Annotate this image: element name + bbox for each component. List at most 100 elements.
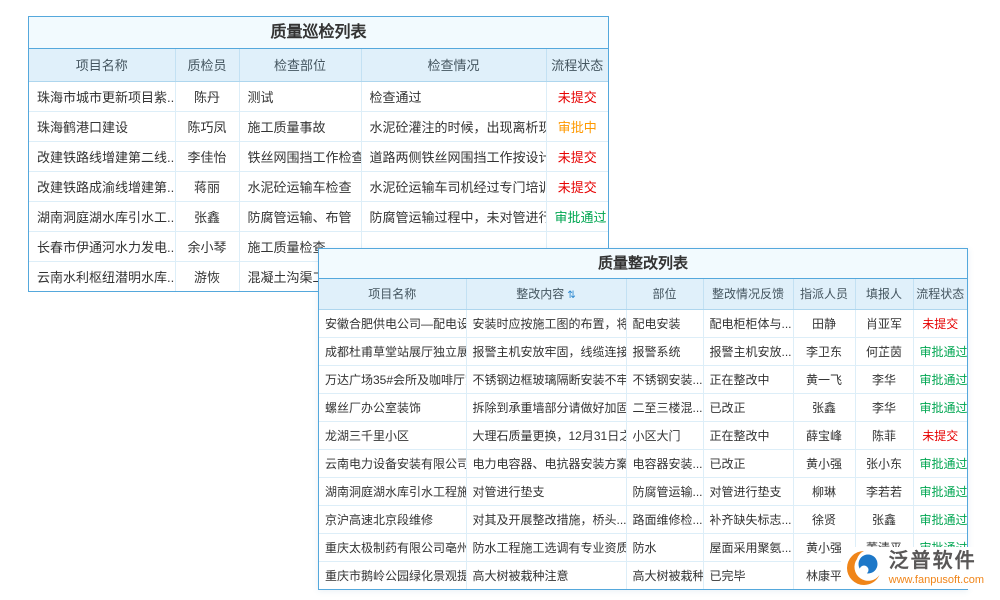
- column-header-4[interactable]: 整改情况反馈: [703, 279, 793, 309]
- column-header-2[interactable]: 质检员: [175, 49, 239, 81]
- column-header-2[interactable]: 整改内容⇅: [466, 279, 626, 309]
- status-cell: 审批通过: [913, 449, 967, 477]
- project-cell[interactable]: 改建铁路成渝线增建第...: [29, 171, 175, 201]
- project-cell[interactable]: 珠海市城市更新项目紫...: [29, 81, 175, 111]
- feedback-cell: 屋面采用聚氨...: [703, 533, 793, 561]
- filler-cell: 李华: [855, 365, 913, 393]
- column-header-3[interactable]: 检查部位: [239, 49, 361, 81]
- status-cell: 审批中: [546, 111, 608, 141]
- table-row: 珠海鹤港口建设陈巧凤施工质量事故水泥砼灌注的时候，出现离析现象审批中: [29, 111, 608, 141]
- part-cell: 防腐管运输、布管: [239, 201, 361, 231]
- part-cell: 施工质量事故: [239, 111, 361, 141]
- brand-name: 泛普软件: [889, 550, 984, 572]
- situation-cell: 检查通过: [361, 81, 546, 111]
- project-cell[interactable]: 安徽合肥供电公司—配电设备...: [319, 309, 466, 337]
- table-row: 改建铁路成渝线增建第...蒋丽水泥砼运输车检查水泥砼运输车司机经过专门培训...…: [29, 171, 608, 201]
- assignee-cell: 李卫东: [793, 337, 855, 365]
- content-cell: 对管进行垫支: [466, 477, 626, 505]
- project-cell[interactable]: 成都杜甫草堂站展厅独立展...: [319, 337, 466, 365]
- column-header-5[interactable]: 流程状态: [546, 49, 608, 81]
- rectification-list-title: 质量整改列表: [319, 249, 967, 279]
- table-row: 改建铁路线增建第二线...李佳怡铁丝网围挡工作检查道路两侧铁丝网围挡工作按设计.…: [29, 141, 608, 171]
- content-cell: 大理石质量更换，12月31日之...: [466, 421, 626, 449]
- sort-icon[interactable]: ⇅: [567, 290, 575, 301]
- column-header-7[interactable]: 流程状态: [913, 279, 967, 309]
- column-header-5[interactable]: 指派人员: [793, 279, 855, 309]
- inspector-cell: 陈巧凤: [175, 111, 239, 141]
- project-cell[interactable]: 螺丝厂办公室装饰: [319, 393, 466, 421]
- project-cell[interactable]: 湖南洞庭湖水库引水工程施工...: [319, 477, 466, 505]
- filler-cell: 肖亚军: [855, 309, 913, 337]
- status-cell: 未提交: [546, 171, 608, 201]
- project-cell[interactable]: 长春市伊通河水力发电...: [29, 231, 175, 261]
- part-cell: 二至三楼混...: [626, 393, 703, 421]
- project-cell[interactable]: 重庆太极制药有限公司亳州中...: [319, 533, 466, 561]
- content-cell: 安装时应按施工图的布置，将...: [466, 309, 626, 337]
- status-cell: 审批通过: [913, 505, 967, 533]
- part-cell: 小区大门: [626, 421, 703, 449]
- assignee-cell: 田静: [793, 309, 855, 337]
- table-row: 珠海市城市更新项目紫...陈丹测试检查通过未提交: [29, 81, 608, 111]
- brand-url[interactable]: www.fanpusoft.com: [889, 574, 984, 586]
- project-cell[interactable]: 云南水利枢纽潜明水库...: [29, 261, 175, 291]
- status-cell: 审批通过: [913, 477, 967, 505]
- assignee-cell: 柳琳: [793, 477, 855, 505]
- column-header-1[interactable]: 项目名称: [29, 49, 175, 81]
- rectification-list-panel: 质量整改列表 项目名称整改内容⇅部位整改情况反馈指派人员填报人流程状态 安徽合肥…: [318, 248, 968, 590]
- table-row: 湖南洞庭湖水库引水工...张鑫防腐管运输、布管防腐管运输过程中，未对管进行...…: [29, 201, 608, 231]
- project-cell[interactable]: 京沪高速北京段维修: [319, 505, 466, 533]
- status-cell: 未提交: [546, 81, 608, 111]
- content-cell: 防水工程施工选调有专业资质...: [466, 533, 626, 561]
- part-cell: 水泥砼运输车检查: [239, 171, 361, 201]
- table-row: 龙湖三千里小区大理石质量更换，12月31日之...小区大门正在整改中薛宝峰陈菲未…: [319, 421, 967, 449]
- part-cell: 路面维修检...: [626, 505, 703, 533]
- column-header-1[interactable]: 项目名称: [319, 279, 466, 309]
- feedback-cell: 配电柜柜体与...: [703, 309, 793, 337]
- part-cell: 防水: [626, 533, 703, 561]
- status-cell: 未提交: [546, 141, 608, 171]
- page: 质量巡检列表 项目名称质检员检查部位检查情况流程状态 珠海市城市更新项目紫...…: [0, 0, 1000, 600]
- situation-cell: 防腐管运输过程中，未对管进行...: [361, 201, 546, 231]
- fanpu-logo: 泛普软件 www.fanpusoft.com: [841, 547, 988, 589]
- part-cell: 防腐管运输...: [626, 477, 703, 505]
- inspector-cell: 张鑫: [175, 201, 239, 231]
- situation-cell: 道路两侧铁丝网围挡工作按设计...: [361, 141, 546, 171]
- project-cell[interactable]: 改建铁路线增建第二线...: [29, 141, 175, 171]
- project-cell[interactable]: 云南电力设备安装有限公司20...: [319, 449, 466, 477]
- content-cell: 不锈钢边框玻璃隔断安装不牢...: [466, 365, 626, 393]
- column-header-3[interactable]: 部位: [626, 279, 703, 309]
- status-cell: 审批通过: [913, 337, 967, 365]
- inspector-cell: 游恢: [175, 261, 239, 291]
- feedback-cell: 已完毕: [703, 561, 793, 589]
- assignee-cell: 薛宝峰: [793, 421, 855, 449]
- status-cell: 未提交: [913, 309, 967, 337]
- rectification-table-head: 项目名称整改内容⇅部位整改情况反馈指派人员填报人流程状态: [319, 279, 967, 309]
- feedback-cell: 报警主机安放...: [703, 337, 793, 365]
- table-row: 京沪高速北京段维修对其及开展整改措施，桥头...路面维修检...补齐缺失标志..…: [319, 505, 967, 533]
- assignee-cell: 徐贤: [793, 505, 855, 533]
- assignee-cell: 黄小强: [793, 449, 855, 477]
- table-row: 湖南洞庭湖水库引水工程施工...对管进行垫支防腐管运输...对管进行垫支柳琳李若…: [319, 477, 967, 505]
- feedback-cell: 已改正: [703, 449, 793, 477]
- project-cell[interactable]: 龙湖三千里小区: [319, 421, 466, 449]
- project-cell[interactable]: 万达广场35#会所及咖啡厅空...: [319, 365, 466, 393]
- project-cell[interactable]: 珠海鹤港口建设: [29, 111, 175, 141]
- column-header-6[interactable]: 填报人: [855, 279, 913, 309]
- part-cell: 高大树被栽种: [626, 561, 703, 589]
- project-cell[interactable]: 湖南洞庭湖水库引水工...: [29, 201, 175, 231]
- status-cell: 审批通过: [546, 201, 608, 231]
- filler-cell: 陈菲: [855, 421, 913, 449]
- fanpu-logo-icon: [845, 549, 883, 587]
- content-cell: 对其及开展整改措施，桥头...: [466, 505, 626, 533]
- part-cell: 报警系统: [626, 337, 703, 365]
- part-cell: 配电安装: [626, 309, 703, 337]
- table-row: 万达广场35#会所及咖啡厅空...不锈钢边框玻璃隔断安装不牢...不锈钢安装..…: [319, 365, 967, 393]
- fanpu-logo-text: 泛普软件 www.fanpusoft.com: [889, 550, 984, 586]
- table-row: 成都杜甫草堂站展厅独立展...报警主机安放牢固，线缆连接...报警系统报警主机安…: [319, 337, 967, 365]
- situation-cell: 水泥砼运输车司机经过专门培训...: [361, 171, 546, 201]
- column-header-4[interactable]: 检查情况: [361, 49, 546, 81]
- filler-cell: 李若若: [855, 477, 913, 505]
- project-cell[interactable]: 重庆市鹅岭公园绿化景观提升...: [319, 561, 466, 589]
- inspector-cell: 蒋丽: [175, 171, 239, 201]
- rectification-header-row: 项目名称整改内容⇅部位整改情况反馈指派人员填报人流程状态: [319, 279, 967, 309]
